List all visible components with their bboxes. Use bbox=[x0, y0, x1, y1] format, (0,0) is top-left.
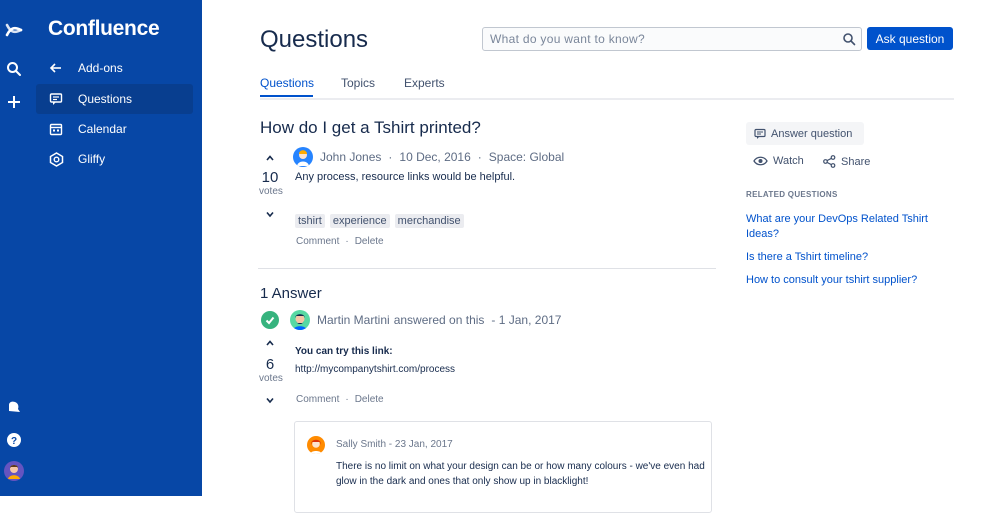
tab-topics[interactable]: Topics bbox=[341, 76, 375, 90]
related-question-link[interactable]: What are your DevOps Related Tshirt Idea… bbox=[746, 212, 946, 242]
answered-text: answered on this bbox=[393, 313, 485, 327]
answer-vote-column: 6 votes bbox=[259, 335, 283, 408]
active-tab-indicator bbox=[260, 95, 313, 97]
share-icon bbox=[823, 155, 836, 168]
sidebar-item-label: Gliffy bbox=[78, 152, 106, 166]
accepted-checkmark-icon[interactable] bbox=[261, 311, 279, 329]
question-meta: John Jones · 10 Dec, 2016 · Space: Globa… bbox=[293, 147, 564, 167]
related-question-link[interactable]: How to consult your tshirt supplier? bbox=[746, 273, 946, 288]
question-actions: Comment · Delete bbox=[296, 236, 384, 247]
answer-question-label: Answer question bbox=[771, 127, 853, 140]
tab-experts[interactable]: Experts bbox=[404, 76, 445, 90]
answer-link[interactable]: http://mycompanytshirt.com/process bbox=[295, 364, 455, 375]
comment-text: There is no limit on what your design ca… bbox=[336, 461, 705, 487]
arrow-left-icon bbox=[48, 60, 64, 76]
sidebar-item-calendar[interactable]: Calendar bbox=[36, 114, 193, 144]
related-question-link[interactable]: Is there a Tshirt timeline? bbox=[746, 250, 946, 265]
comment-card: Sally Smith - 23 Jan, 2017 There is no l… bbox=[294, 421, 712, 513]
gliffy-icon bbox=[48, 151, 64, 167]
share-button[interactable]: Share bbox=[823, 155, 870, 168]
avatar[interactable] bbox=[290, 310, 310, 330]
upvote-chevron-icon[interactable] bbox=[262, 150, 278, 166]
search-box[interactable] bbox=[482, 27, 862, 51]
comment-icon bbox=[754, 128, 766, 140]
answer-question-button[interactable]: Answer question bbox=[746, 122, 864, 145]
comment-author[interactable]: Sally Smith bbox=[336, 439, 386, 450]
votes-label: votes bbox=[259, 186, 283, 197]
downvote-chevron-icon[interactable] bbox=[262, 392, 278, 408]
question-tags: tshirt experience merchandise bbox=[295, 214, 464, 228]
answer-actions: Comment · Delete bbox=[296, 394, 384, 405]
answer-vote-count: 6 bbox=[265, 356, 275, 373]
comment-date: - 23 Jan, 2017 bbox=[388, 439, 453, 450]
main-content: Questions Ask question Questions Topics … bbox=[202, 0, 997, 513]
answers-count-heading: 1 Answer bbox=[260, 285, 322, 302]
share-label: Share bbox=[841, 155, 871, 168]
tag[interactable]: experience bbox=[329, 214, 390, 228]
question-date: 10 Dec, 2016 bbox=[399, 150, 471, 164]
page-title: Questions bbox=[260, 26, 369, 53]
profile-avatar-icon[interactable] bbox=[4, 461, 24, 481]
sidebar-item-questions[interactable]: Questions bbox=[36, 84, 193, 114]
question-vote-column: 10 votes bbox=[259, 150, 283, 222]
tag[interactable]: tshirt bbox=[295, 214, 325, 228]
related-questions-heading: RELATED QUESTIONS bbox=[746, 190, 838, 199]
notifications-icon[interactable] bbox=[4, 397, 24, 417]
sidebar-item-label: Calendar bbox=[78, 122, 127, 136]
avatar[interactable] bbox=[293, 147, 313, 167]
watch-label: Watch bbox=[773, 155, 804, 167]
votes-label: votes bbox=[259, 373, 283, 384]
sidebar-item-gliffy[interactable]: Gliffy bbox=[36, 144, 193, 174]
confluence-logo-icon[interactable] bbox=[4, 20, 24, 40]
comment-meta: Sally Smith - 23 Jan, 2017 bbox=[336, 439, 453, 450]
question-space[interactable]: Space: Global bbox=[489, 150, 564, 164]
global-nav: ? bbox=[0, 0, 28, 496]
tab-bar: Questions Topics Experts bbox=[260, 74, 954, 100]
tab-questions[interactable]: Questions bbox=[260, 76, 314, 90]
answer-author[interactable]: Martin Martini bbox=[317, 313, 390, 327]
avatar[interactable] bbox=[307, 436, 325, 454]
ask-question-button[interactable]: Ask question bbox=[867, 27, 953, 50]
question-body: Any process, resource links would be hel… bbox=[295, 171, 516, 183]
question-vote-count: 10 bbox=[261, 169, 279, 186]
help-icon[interactable]: ? bbox=[4, 430, 24, 450]
sidebar: Confluence Add-ons Questions Calendar Gl… bbox=[28, 0, 202, 496]
delete-link[interactable]: Delete bbox=[355, 236, 384, 247]
comment-link[interactable]: Comment bbox=[296, 236, 339, 247]
search-icon[interactable] bbox=[4, 59, 24, 79]
create-plus-icon[interactable] bbox=[4, 92, 24, 112]
answer-lead: You can try this link: bbox=[295, 346, 393, 357]
question-author[interactable]: John Jones bbox=[320, 150, 381, 164]
sidebar-item-label: Add-ons bbox=[78, 61, 123, 75]
calendar-icon bbox=[48, 121, 64, 137]
sidebar-item-add-ons[interactable]: Add-ons bbox=[36, 53, 193, 83]
delete-link[interactable]: Delete bbox=[355, 394, 384, 405]
upvote-chevron-icon[interactable] bbox=[262, 335, 278, 351]
watch-button[interactable]: Watch bbox=[753, 155, 804, 167]
answer-date: - 1 Jan, 2017 bbox=[491, 313, 562, 327]
svg-text:?: ? bbox=[11, 436, 17, 447]
questions-icon bbox=[48, 91, 64, 107]
eye-icon bbox=[753, 155, 768, 167]
divider bbox=[258, 268, 716, 269]
downvote-chevron-icon[interactable] bbox=[262, 206, 278, 222]
answer-meta: Martin Martini answered on this - 1 Jan,… bbox=[290, 310, 561, 330]
brand-name[interactable]: Confluence bbox=[48, 17, 160, 41]
tag[interactable]: merchandise bbox=[394, 214, 464, 228]
sidebar-item-label: Questions bbox=[78, 92, 133, 106]
question-title: How do I get a Tshirt printed? bbox=[260, 118, 481, 137]
search-input[interactable] bbox=[483, 28, 830, 50]
comment-link[interactable]: Comment bbox=[296, 394, 339, 405]
search-icon[interactable] bbox=[842, 32, 856, 51]
